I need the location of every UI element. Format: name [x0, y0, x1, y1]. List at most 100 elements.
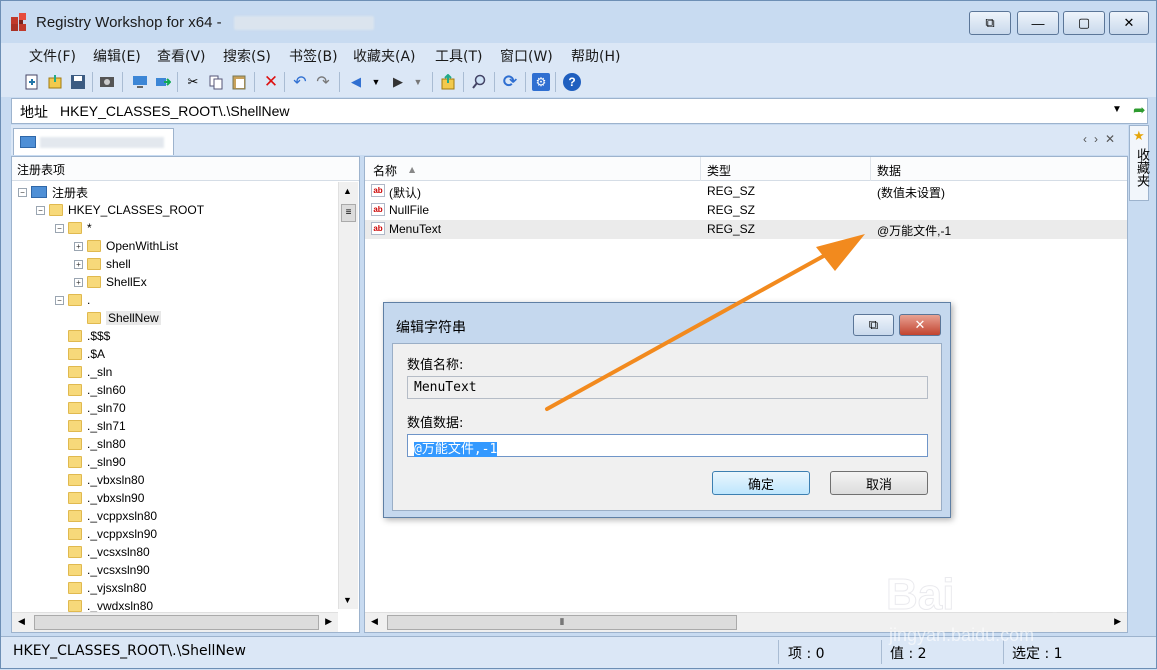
dialog-restore-button[interactable]: ⧉ [853, 314, 894, 336]
list-row-selected[interactable]: ab MenuText REG_SZ @万能文件,-1 [365, 220, 1127, 239]
parent-key-icon[interactable] [439, 73, 457, 91]
computer-icon[interactable] [131, 73, 149, 91]
snapshot-icon[interactable] [98, 73, 116, 91]
sort-ascending-icon: ▲ [409, 165, 416, 174]
go-arrow-icon[interactable]: ➦ [1133, 101, 1146, 119]
tree-node[interactable]: + ShellEx [74, 273, 147, 291]
title-bar[interactable]: Registry Workshop for x64 - ⧉ — ▢ ✕ [1, 1, 1156, 43]
tree-node[interactable]: ._vjsxsln80 [55, 579, 146, 597]
folder-icon [68, 222, 82, 234]
menu-bookmarks[interactable]: 书签(B) [289, 46, 338, 66]
collapse-icon[interactable]: − [18, 187, 27, 197]
tree-node[interactable]: ._vbxsln90 [55, 489, 144, 507]
scroll-thumb[interactable]: ≡ [341, 204, 356, 222]
scroll-thumb[interactable] [34, 615, 319, 630]
menu-window[interactable]: 窗口(W) [500, 46, 553, 66]
menu-favorites[interactable]: 收藏夹(A) [353, 46, 416, 66]
collapse-icon[interactable]: − [55, 223, 64, 233]
expand-icon[interactable]: + [74, 241, 83, 251]
tree-node[interactable]: .$A [55, 345, 105, 363]
tree-node-label: shell [106, 257, 131, 271]
back-icon[interactable]: ◀ [347, 73, 365, 91]
tree-node[interactable]: − 注册表 [18, 183, 88, 201]
find-icon[interactable] [470, 73, 488, 91]
tab-navigation[interactable]: ‹›✕ [1083, 132, 1122, 146]
ok-button[interactable]: 确定 [712, 471, 810, 495]
dialog-close-button[interactable]: ✕ [899, 314, 941, 336]
list-row[interactable]: ab NullFile REG_SZ [365, 201, 1127, 220]
delete-icon[interactable]: ✕ [262, 72, 280, 91]
help-icon[interactable]: ? [563, 73, 581, 91]
tab-computer[interactable] [13, 128, 174, 155]
tree-node[interactable]: −. [55, 291, 90, 309]
tree-node-label: ._sln [87, 365, 113, 379]
refresh-icon[interactable]: ⟳ [501, 72, 519, 91]
tree-node-label: ._vwdxsln80 [87, 599, 154, 613]
tree-node[interactable]: − * [55, 219, 92, 237]
expand-icon[interactable]: + [74, 277, 83, 287]
restore-window-button[interactable]: ⧉ [969, 11, 1011, 35]
tree-node[interactable]: − HKEY_CLASSES_ROOT [36, 201, 204, 219]
tree-node[interactable]: ._sln90 [55, 453, 126, 471]
connect-remote-icon[interactable] [154, 73, 172, 91]
favorites-side-panel[interactable]: ★ 收藏夹 [1129, 125, 1149, 201]
tree-vertical-scrollbar[interactable]: ▲ ≡ ▼ [338, 182, 358, 609]
cut-icon[interactable]: ✂ [184, 73, 202, 91]
tree-node[interactable]: ._vbxsln80 [55, 471, 144, 489]
list-horizontal-scrollbar[interactable]: ◀ ⦀ ▶ [365, 612, 1127, 632]
export-icon[interactable] [46, 73, 64, 91]
save-icon[interactable] [69, 73, 87, 91]
copy-icon[interactable] [207, 73, 225, 91]
tree-node[interactable]: ._sln60 [55, 381, 126, 399]
forward-dropdown-icon[interactable]: ▼ [409, 73, 427, 91]
address-dropdown-icon[interactable]: ▼ [1112, 104, 1122, 115]
menu-view[interactable]: 查看(V) [157, 46, 206, 66]
import-icon[interactable] [23, 73, 41, 91]
menu-help[interactable]: 帮助(H) [571, 46, 620, 66]
collapse-icon[interactable]: − [55, 295, 64, 305]
tree-node[interactable]: + shell [74, 255, 131, 273]
tree-node-label: ShellEx [106, 275, 147, 289]
address-input[interactable] [60, 103, 1100, 119]
paste-icon[interactable] [230, 73, 248, 91]
undo-icon[interactable]: ↶ [291, 73, 309, 91]
tree-node[interactable]: ._vcsxsln90 [55, 561, 150, 579]
tree-node[interactable]: + OpenWithList [74, 237, 178, 255]
tree-node[interactable]: ._vcppxsln80 [55, 507, 157, 525]
column-type[interactable]: 类型 [707, 162, 731, 179]
tree-node[interactable]: .$$$ [55, 327, 110, 345]
scroll-thumb[interactable]: ⦀ [387, 615, 737, 630]
tree-horizontal-scrollbar[interactable]: ◀ ▶ [12, 612, 338, 632]
minimize-button[interactable]: — [1017, 11, 1059, 35]
value-name-label: 数值名称: [407, 358, 464, 373]
close-button[interactable]: ✕ [1109, 11, 1149, 35]
forward-icon[interactable]: ▶ [389, 73, 407, 91]
tree-node-label: ._vcsxsln90 [87, 563, 150, 577]
cancel-button[interactable]: 取消 [830, 471, 928, 495]
address-bar: 地址 ▼ ➦ [11, 98, 1148, 124]
tree-node[interactable]: ._sln80 [55, 435, 126, 453]
redo-icon[interactable]: ↷ [314, 73, 332, 91]
maximize-button[interactable]: ▢ [1063, 11, 1105, 35]
menu-file[interactable]: 文件(F) [29, 46, 76, 66]
tree-node[interactable]: ShellNew [74, 309, 161, 327]
column-data[interactable]: 数据 [877, 162, 901, 179]
tree-node[interactable]: ._vcsxsln80 [55, 543, 150, 561]
computer-icon [20, 136, 36, 148]
menu-edit[interactable]: 编辑(E) [93, 46, 141, 66]
tree-node[interactable]: ._sln70 [55, 399, 126, 417]
value-data-input[interactable]: @万能文件,-1 [407, 434, 928, 457]
tree-node-label: ._vcppxsln80 [87, 509, 158, 523]
expand-icon[interactable]: + [74, 259, 83, 269]
tree-node[interactable]: ._vcppxsln90 [55, 525, 157, 543]
column-name[interactable]: 名称 [373, 162, 397, 179]
options-gear-icon[interactable]: ⚙ [532, 73, 550, 91]
menu-search[interactable]: 搜索(S) [223, 46, 271, 66]
string-value-icon: ab [371, 184, 385, 197]
tree-node[interactable]: ._sln [55, 363, 112, 381]
list-row[interactable]: ab (默认) REG_SZ (数值未设置) [365, 182, 1127, 201]
tree-node[interactable]: ._sln71 [55, 417, 126, 435]
menu-tools[interactable]: 工具(T) [435, 46, 482, 66]
collapse-icon[interactable]: − [36, 205, 45, 215]
back-dropdown-icon[interactable]: ▼ [367, 73, 385, 91]
